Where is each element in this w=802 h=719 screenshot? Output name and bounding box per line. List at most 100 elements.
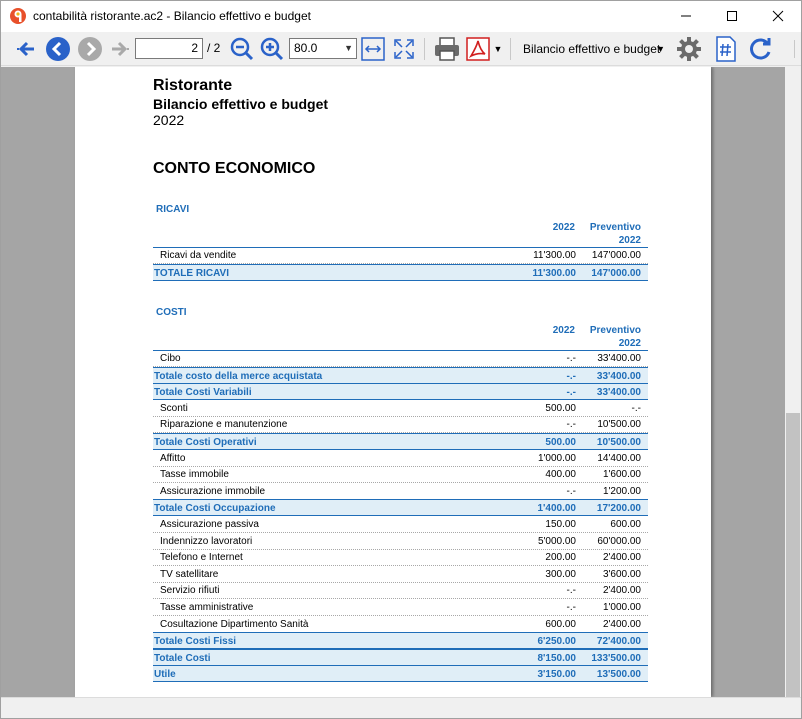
fit-page-button[interactable] [391, 36, 417, 62]
row-label: Riparazione e manutenzione [160, 419, 288, 431]
title-bar: contabilità ristorante.ac2 - Bilancio ef… [1, 1, 801, 32]
row-label: Assicurazione passiva [160, 519, 259, 530]
zoom-select[interactable]: 80.0 ▼ [289, 38, 357, 59]
row-actual-value: 500.00 [545, 437, 576, 448]
table-row: Servizio rifiuti -.- 2'400.00 [153, 582, 648, 600]
costi-title: COSTI [156, 307, 187, 318]
row-label: Totale Costi Variabili [154, 387, 252, 399]
row-budget-value: 2'400.00 [602, 585, 641, 597]
row-budget-value: 147'000.00 [591, 250, 641, 261]
row-label: Tasse amministrative [160, 602, 254, 613]
app-window: contabilità ristorante.ac2 - Bilancio ef… [0, 0, 802, 719]
row-budget-value: 10'500.00 [596, 437, 641, 448]
ricavi-col-budget: Preventivo 2022 [575, 221, 641, 247]
print-button[interactable] [432, 36, 462, 62]
total-row: Utile 3'150.00 13'500.00 [153, 665, 648, 683]
last-page-icon [112, 41, 129, 57]
row-actual-value: 8'150.00 [537, 652, 576, 664]
maximize-button[interactable] [709, 1, 755, 31]
row-actual-value: 200.00 [545, 552, 576, 564]
row-budget-value: 33'400.00 [597, 353, 641, 364]
page-number-input[interactable]: 2 [135, 38, 203, 59]
close-button[interactable] [755, 1, 801, 31]
table-row: Tasse amministrative -.- 1'000.00 [153, 599, 648, 616]
row-actual-value: 3'150.00 [537, 669, 576, 681]
table-row: Cibo -.- 33'400.00 [153, 350, 648, 367]
page-numbering-icon [716, 36, 736, 62]
report-page: Ristorante Bilancio effettivo e budget 2… [75, 67, 711, 697]
row-budget-value: 14'400.00 [597, 452, 641, 464]
table-row: Assicurazione passiva 150.00 600.00 [153, 516, 648, 533]
company-name: Ristorante [153, 77, 233, 94]
row-label: Servizio rifiuti [160, 585, 220, 597]
row-label: Utile [154, 669, 176, 681]
minimize-button[interactable] [663, 1, 709, 31]
table-row: Telefono e Internet 200.00 2'400.00 [153, 549, 648, 567]
row-actual-value: 6'250.00 [537, 636, 576, 648]
first-page-button[interactable] [13, 36, 39, 62]
table-row: Ricavi da vendite 11'300.00 147'000.00 [153, 247, 648, 264]
scrollbar-thumb[interactable] [786, 413, 800, 697]
toolbar-separator [510, 38, 511, 60]
total-row: Totale Costi Operativi 500.00 10'500.00 [153, 433, 648, 450]
fit-width-button[interactable] [360, 36, 386, 62]
toolbar-overflow-button[interactable] [789, 36, 799, 62]
fit-width-icon [361, 37, 385, 61]
ricavi-title: RICAVI [156, 204, 190, 215]
row-label: Totale Costi Occupazione [154, 503, 276, 515]
row-actual-value: -.- [566, 387, 576, 399]
forward-button[interactable] [76, 36, 104, 62]
report-title: Bilancio effettivo e budget [153, 96, 329, 112]
row-label: Totale Costi Operativi [154, 437, 257, 448]
row-actual-value: 5'000.00 [537, 535, 576, 547]
refresh-icon [750, 38, 771, 60]
settings-button[interactable] [675, 36, 703, 62]
row-budget-value: 1'000.00 [602, 602, 641, 613]
row-actual-value: 300.00 [545, 568, 576, 580]
total-row: Totale Costi Variabili -.- 33'400.00 [153, 383, 648, 401]
row-budget-value: 3'600.00 [602, 568, 641, 580]
zoom-out-button[interactable] [229, 36, 255, 62]
print-icon [435, 37, 459, 61]
row-budget-value: 1'600.00 [602, 469, 641, 481]
refresh-button[interactable] [746, 36, 774, 62]
row-budget-value: 147'000.00 [591, 267, 641, 279]
row-label: Totale Costi [154, 652, 211, 664]
report-select[interactable]: Bilancio effettivo e budget ▼ [515, 38, 671, 60]
close-icon [772, 10, 784, 22]
row-actual-value: -.- [566, 585, 576, 597]
last-page-button[interactable] [107, 36, 133, 62]
minimize-icon [681, 15, 691, 17]
window-title: contabilità ristorante.ac2 - Bilancio ef… [33, 9, 311, 23]
row-budget-value: 17'200.00 [596, 503, 641, 515]
row-budget-value: 133'500.00 [591, 652, 641, 664]
row-actual-value: 11'300.00 [533, 250, 576, 261]
back-button[interactable] [44, 36, 72, 62]
status-bar [1, 697, 801, 718]
zoom-value: 80.0 [294, 41, 318, 55]
document-viewport[interactable]: Ristorante Bilancio effettivo e budget 2… [1, 67, 785, 697]
total-row: Totale Costi Occupazione 1'400.00 17'200.0… [153, 499, 648, 517]
first-page-icon [17, 41, 34, 57]
pdf-options-dropdown[interactable]: ▼ [492, 36, 504, 62]
toolbar-separator [793, 40, 795, 58]
row-budget-value: 13'500.00 [596, 669, 641, 681]
row-label: TV satellitare [160, 568, 219, 580]
vertical-scrollbar[interactable] [785, 67, 801, 697]
row-budget-value: 1'200.00 [602, 485, 641, 497]
page-total-label: / 2 [207, 41, 221, 55]
row-budget-value: 33'400.00 [596, 387, 641, 399]
row-actual-value: -.- [566, 353, 576, 364]
forward-icon [78, 37, 102, 61]
total-row: Totale Costi 8'150.00 133'500.00 [153, 648, 648, 666]
pdf-button[interactable] [465, 36, 491, 62]
row-actual-value: 400.00 [545, 469, 576, 481]
page-numbering-button[interactable] [713, 36, 739, 62]
pdf-icon [466, 37, 490, 61]
row-actual-value: -.- [566, 419, 576, 431]
zoom-in-button[interactable] [259, 36, 285, 62]
row-budget-value: 72'400.00 [596, 636, 641, 648]
total-row: TOTALE RICAVI 11'300.00 147'000.00 [153, 263, 648, 281]
row-budget-value: 60'000.00 [597, 535, 641, 547]
toolbar-separator [424, 38, 425, 60]
